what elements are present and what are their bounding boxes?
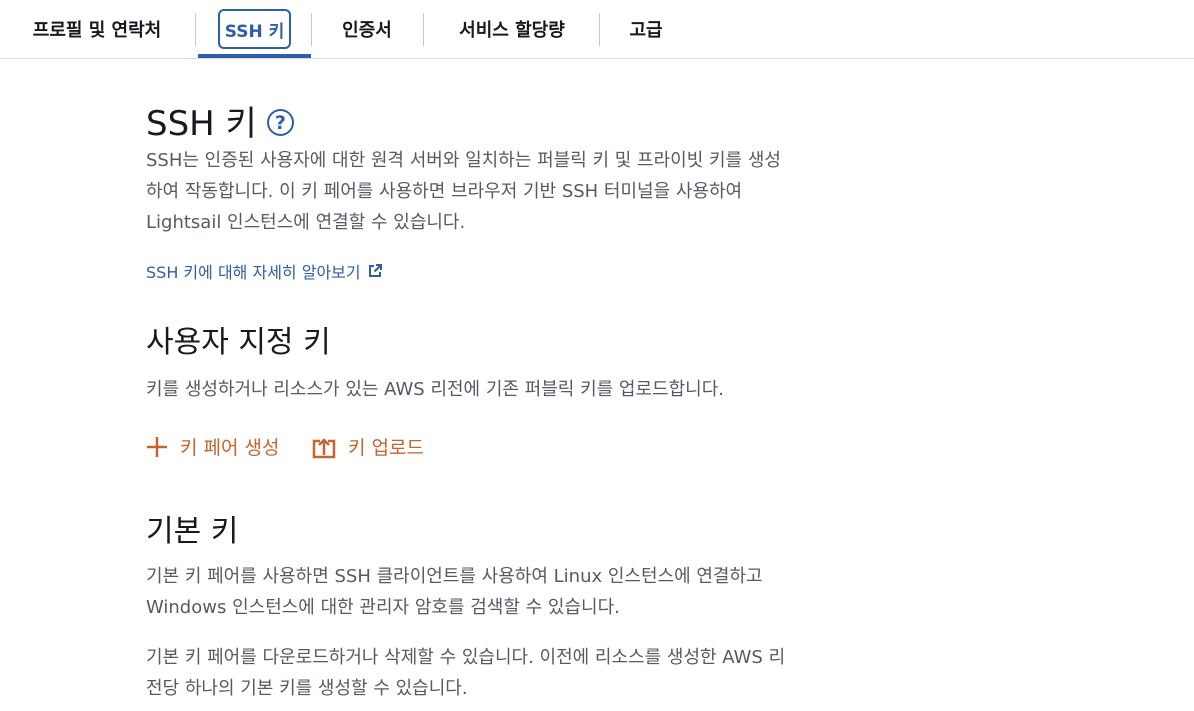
create-key-pair-button[interactable]: 키 페어 생성 bbox=[146, 433, 279, 460]
tab-label: SSH 키 bbox=[217, 9, 292, 49]
help-symbol: ? bbox=[274, 111, 286, 134]
custom-keys-heading: 사용자 지정 키 bbox=[146, 325, 331, 360]
default-note-line: 전당 하나의 기본 키를 생성할 수 있습니다. bbox=[146, 678, 468, 699]
ssh-desc-line: Lightsail 인스턴스에 연결할 수 있습니다. bbox=[146, 212, 466, 233]
default-keys-heading: 기본 키 bbox=[146, 514, 239, 549]
tab-profile-contacts[interactable]: 프로필 및 연락처 bbox=[22, 0, 172, 58]
create-key-pair-label: 키 페어 생성 bbox=[180, 437, 280, 459]
tab-divider bbox=[311, 13, 312, 46]
page-title-text: SSH 키 bbox=[146, 104, 257, 144]
tab-divider bbox=[599, 13, 600, 46]
tab-divider bbox=[195, 13, 196, 46]
plus-icon bbox=[147, 436, 167, 457]
tab-label: 서비스 할당량 bbox=[459, 20, 565, 41]
tab-divider bbox=[423, 13, 424, 46]
default-desc-line: Windows 인스턴스에 대한 관리자 암호를 검색할 수 있습니다. bbox=[146, 597, 620, 618]
ssh-desc-line: 하여 작동합니다. 이 키 페어를 사용하면 브라우저 기반 SSH 터미널을 … bbox=[146, 181, 743, 202]
tab-advanced[interactable]: 고급 bbox=[612, 0, 680, 58]
page-title: SSH 키 ? bbox=[146, 96, 294, 145]
upload-icon bbox=[312, 437, 336, 458]
default-note-line: 기본 키 페어를 다운로드하거나 삭제할 수 있습니다. 이전에 리소스를 생성… bbox=[146, 647, 786, 668]
tab-ssh-keys[interactable]: SSH 키 bbox=[198, 0, 311, 58]
tab-certificates[interactable]: 인증서 bbox=[322, 0, 412, 58]
tab-label: 프로필 및 연락처 bbox=[32, 20, 162, 41]
upload-key-label: 키 업로드 bbox=[348, 437, 424, 459]
default-desc-line: 기본 키 페어를 사용하면 SSH 클라이언트를 사용하여 Linux 인스턴스… bbox=[146, 566, 763, 587]
tab-service-quotas[interactable]: 서비스 할당량 bbox=[436, 0, 588, 58]
upload-key-button[interactable]: 키 업로드 bbox=[312, 433, 424, 460]
active-tab-indicator bbox=[198, 54, 311, 58]
ssh-description: SSH는 인증된 사용자에 대한 원격 서버와 일치하는 퍼블릭 키 및 프라이… bbox=[146, 145, 906, 238]
learn-more-link[interactable]: SSH 키에 대해 자세히 알아보기 bbox=[146, 259, 383, 283]
default-keys-note: 기본 키 페어를 다운로드하거나 삭제할 수 있습니다. 이전에 리소스를 생성… bbox=[146, 642, 906, 704]
tab-label: 고급 bbox=[629, 20, 663, 41]
learn-more-label: SSH 키에 대해 자세히 알아보기 bbox=[146, 263, 361, 282]
help-circle-icon[interactable]: ? bbox=[266, 109, 294, 136]
external-link-icon bbox=[368, 264, 382, 277]
custom-keys-description: 키를 생성하거나 리소스가 있는 AWS 리전에 기존 퍼블릭 키를 업로드합니… bbox=[146, 379, 725, 400]
tab-bar: 프로필 및 연락처 SSH 키 인증서 서비스 할당량 고급 bbox=[0, 0, 1194, 59]
default-keys-description: 기본 키 페어를 사용하면 SSH 클라이언트를 사용하여 Linux 인스턴스… bbox=[146, 561, 906, 623]
ssh-desc-line: SSH는 인증된 사용자에 대한 원격 서버와 일치하는 퍼블릭 키 및 프라이… bbox=[146, 150, 781, 171]
tab-label: 인증서 bbox=[342, 20, 392, 41]
